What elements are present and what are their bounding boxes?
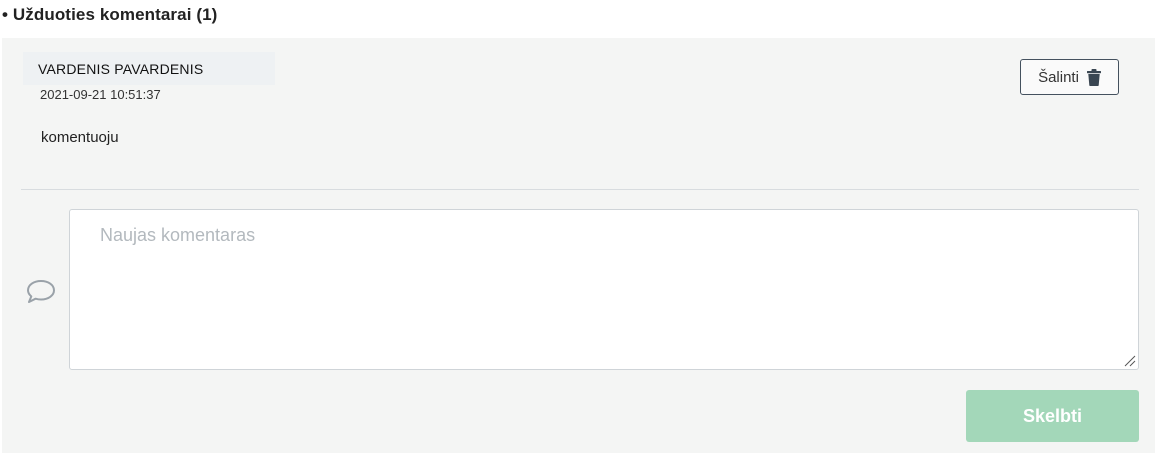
resize-grip-icon[interactable] xyxy=(1123,354,1136,367)
trash-icon xyxy=(1086,68,1101,86)
divider xyxy=(21,189,1139,190)
comments-panel: VARDENIS PAVARDENIS 2021-09-21 10:51:37 … xyxy=(2,38,1155,453)
new-comment-input[interactable] xyxy=(69,209,1139,370)
speech-bubble-icon xyxy=(27,280,55,303)
comment-date: 2021-09-21 10:51:37 xyxy=(40,87,161,102)
comment-author: VARDENIS PAVARDENIS xyxy=(38,61,204,77)
comment-body: komentuoju xyxy=(41,129,119,146)
publish-button[interactable]: Skelbti xyxy=(966,390,1139,442)
author-chip: VARDENIS PAVARDENIS xyxy=(23,52,275,85)
delete-comment-button[interactable]: Šalinti xyxy=(1020,59,1119,95)
section-title: • Užduoties komentarai (1) xyxy=(2,5,218,24)
delete-button-label: Šalinti xyxy=(1038,68,1079,86)
